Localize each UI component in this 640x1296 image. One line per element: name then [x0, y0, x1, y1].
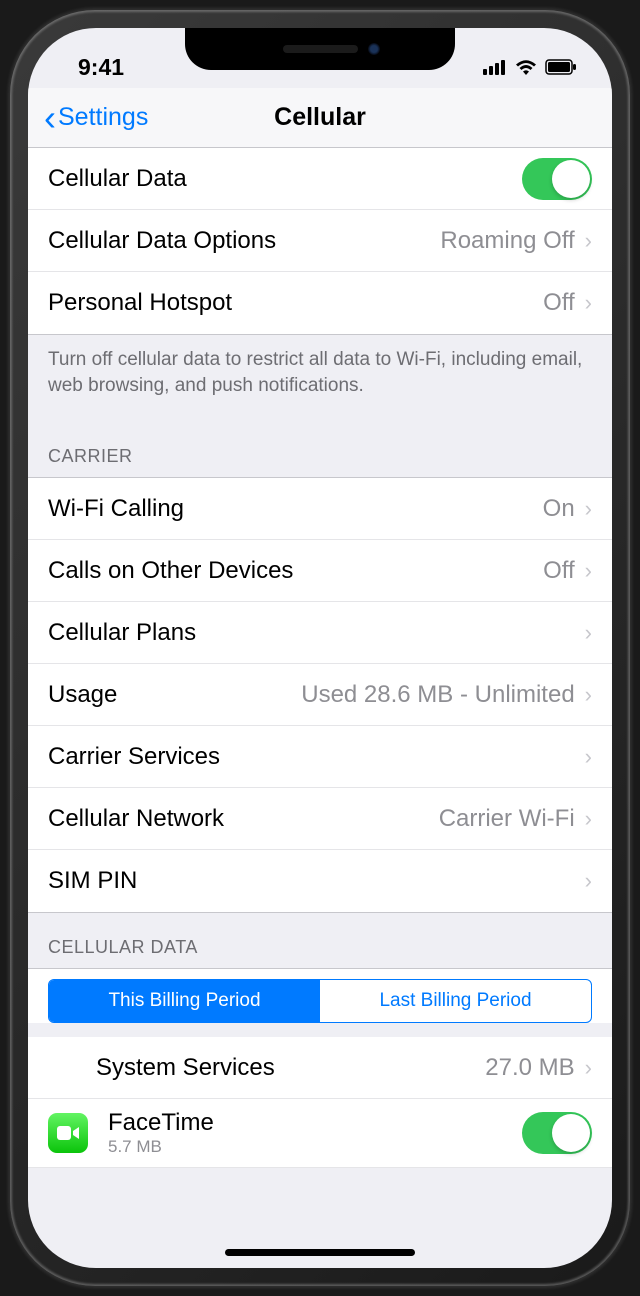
home-indicator[interactable]: [225, 1249, 415, 1256]
wifi-calling-row[interactable]: Wi-Fi Calling On ›: [28, 478, 612, 540]
sim-pin-row[interactable]: SIM PIN ›: [28, 850, 612, 912]
back-button[interactable]: ‹ Settings: [44, 100, 148, 136]
cellular-data-header: CELLULAR DATA: [28, 913, 612, 968]
system-services-value: 27.0 MB: [485, 1054, 574, 1082]
cellular-data-row[interactable]: Cellular Data: [28, 148, 612, 210]
calls-other-devices-label: Calls on Other Devices: [48, 557, 543, 585]
section-footer-text: Turn off cellular data to restrict all d…: [28, 335, 612, 422]
chevron-right-icon: ›: [585, 228, 592, 254]
cellular-network-row[interactable]: Cellular Network Carrier Wi-Fi ›: [28, 788, 612, 850]
phone-frame: 9:41 ‹ Settings Cellular C: [10, 10, 630, 1286]
billing-segmented-control: This Billing Period Last Billing Period: [48, 979, 592, 1023]
cellular-data-toggle[interactable]: [522, 158, 592, 200]
cellular-data-options-label: Cellular Data Options: [48, 227, 440, 255]
wifi-calling-value: On: [543, 495, 575, 523]
notch: [185, 28, 455, 70]
screen: 9:41 ‹ Settings Cellular C: [28, 28, 612, 1268]
cellular-signal-icon: [483, 54, 507, 81]
status-icons: [483, 54, 577, 81]
chevron-right-icon: ›: [585, 682, 592, 708]
personal-hotspot-label: Personal Hotspot: [48, 289, 543, 317]
system-services-row[interactable]: System Services 27.0 MB ›: [28, 1037, 612, 1099]
sim-pin-label: SIM PIN: [48, 867, 585, 895]
facetime-label: FaceTime: [108, 1109, 522, 1137]
personal-hotspot-value: Off: [543, 289, 575, 317]
cellular-data-options-row[interactable]: Cellular Data Options Roaming Off ›: [28, 210, 612, 272]
system-services-label: System Services: [96, 1054, 485, 1082]
personal-hotspot-row[interactable]: Personal Hotspot Off ›: [28, 272, 612, 334]
wifi-icon: [515, 54, 537, 81]
carrier-section: Wi-Fi Calling On › Calls on Other Device…: [28, 477, 612, 913]
facetime-row[interactable]: FaceTime 5.7 MB: [28, 1099, 612, 1168]
navigation-bar: ‹ Settings Cellular: [28, 88, 612, 148]
segment-last-period[interactable]: Last Billing Period: [320, 980, 591, 1022]
cellular-data-label: Cellular Data: [48, 165, 522, 193]
battery-icon: [545, 54, 577, 81]
carrier-services-label: Carrier Services: [48, 743, 585, 771]
chevron-right-icon: ›: [585, 558, 592, 584]
chevron-left-icon: ‹: [44, 100, 56, 136]
status-time: 9:41: [78, 54, 124, 81]
usage-row[interactable]: Usage Used 28.6 MB - Unlimited ›: [28, 664, 612, 726]
wifi-calling-label: Wi-Fi Calling: [48, 495, 543, 523]
facetime-icon: [48, 1113, 88, 1153]
cellular-plans-row[interactable]: Cellular Plans ›: [28, 602, 612, 664]
cellular-data-options-value: Roaming Off: [440, 227, 574, 255]
usage-value: Used 28.6 MB - Unlimited: [301, 681, 574, 709]
main-section: Cellular Data Cellular Data Options Roam…: [28, 148, 612, 335]
carrier-header: CARRIER: [28, 422, 612, 477]
calls-other-devices-row[interactable]: Calls on Other Devices Off ›: [28, 540, 612, 602]
chevron-right-icon: ›: [585, 496, 592, 522]
chevron-right-icon: ›: [585, 620, 592, 646]
cellular-plans-label: Cellular Plans: [48, 619, 585, 647]
cellular-network-label: Cellular Network: [48, 805, 439, 833]
chevron-right-icon: ›: [585, 1055, 592, 1081]
cellular-network-value: Carrier Wi-Fi: [439, 805, 575, 833]
chevron-right-icon: ›: [585, 868, 592, 894]
calls-other-devices-value: Off: [543, 557, 575, 585]
back-label: Settings: [58, 103, 148, 132]
facetime-usage: 5.7 MB: [108, 1137, 522, 1157]
chevron-right-icon: ›: [585, 806, 592, 832]
page-title: Cellular: [274, 103, 366, 132]
cellular-data-usage-section: System Services 27.0 MB › FaceTime 5.7 M…: [28, 1037, 612, 1168]
chevron-right-icon: ›: [585, 290, 592, 316]
usage-label: Usage: [48, 681, 301, 709]
segment-this-period[interactable]: This Billing Period: [49, 980, 320, 1022]
chevron-right-icon: ›: [585, 744, 592, 770]
facetime-toggle[interactable]: [522, 1112, 592, 1154]
carrier-services-row[interactable]: Carrier Services ›: [28, 726, 612, 788]
